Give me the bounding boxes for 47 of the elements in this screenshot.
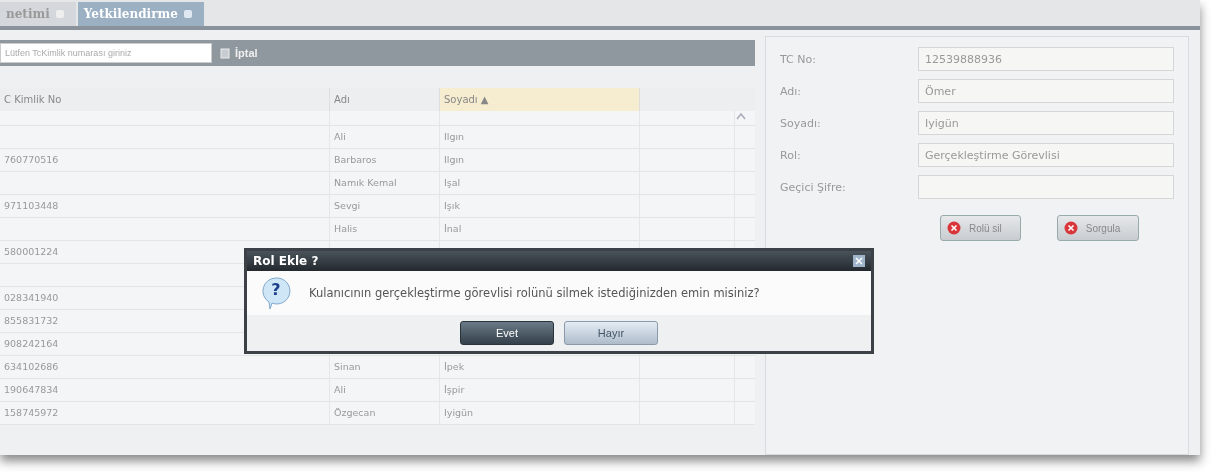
table-cell: İpek (440, 356, 640, 378)
table-cell: Barbaros (330, 149, 440, 171)
field-label: Adı: (780, 84, 803, 98)
dialog-button[interactable]: Hayır (564, 321, 658, 345)
scroll-up-icon[interactable] (735, 111, 747, 121)
table-cell: Işık (440, 195, 640, 217)
input-field[interactable]: Gerçekleştirme Görevlisi (918, 143, 1174, 167)
input-field[interactable]: Ömer (918, 79, 1174, 103)
table-cell: İşpir (440, 379, 640, 401)
table-cell: Işal (440, 172, 640, 194)
field-label: Geçici Şifre: (780, 180, 847, 194)
error-icon (947, 221, 961, 235)
table-cell: Iyigün (440, 402, 640, 424)
field-label: Rol: (780, 148, 802, 162)
table-cell: Halis (330, 218, 440, 240)
table-cell: Sinan (330, 356, 440, 378)
search-field[interactable]: Lütfen TcKimlik numarası giriniz (0, 43, 212, 63)
document-icon (220, 47, 230, 59)
input-field[interactable] (918, 175, 1174, 199)
column-header[interactable]: Soyadı ▲ (440, 88, 640, 111)
table-cell: Sevgi (330, 195, 440, 217)
table-cell: 634102686 (0, 356, 330, 378)
dialog-button[interactable]: Evet (460, 321, 554, 345)
input-field[interactable]: 12539888936 (918, 47, 1174, 71)
form-button[interactable]: Rolü sil (940, 215, 1021, 241)
field-label: TC No: (780, 52, 817, 66)
table-cell: İnal (440, 218, 640, 240)
table-cell: 158745972 (0, 402, 330, 424)
table-cell: Ali (330, 379, 440, 401)
field-label: Soyadı: (780, 116, 822, 130)
table-cell: Özgecan (330, 402, 440, 424)
cancel-button[interactable]: İptal (218, 45, 260, 61)
form-button[interactable]: Sorgula (1056, 215, 1140, 241)
table-cell: Ilgın (440, 126, 640, 148)
table-cell: Ilgın (440, 149, 640, 171)
input-field[interactable]: Iyigün (918, 111, 1174, 135)
table-cell: 190647834 (0, 379, 330, 401)
question-icon: ? (261, 276, 291, 310)
error-icon (1063, 221, 1078, 235)
table-cell: 760770516 (0, 149, 330, 171)
tab[interactable]: netimi (0, 2, 76, 26)
table-cell: Ali (330, 126, 440, 148)
table-cell: 971103448 (0, 195, 330, 217)
column-header[interactable]: Adı (330, 88, 440, 111)
table-cell: Namık Kemal (330, 172, 440, 194)
tab[interactable]: Yetkilendirme (77, 2, 204, 26)
column-header[interactable]: C Kimlik No (0, 88, 330, 111)
